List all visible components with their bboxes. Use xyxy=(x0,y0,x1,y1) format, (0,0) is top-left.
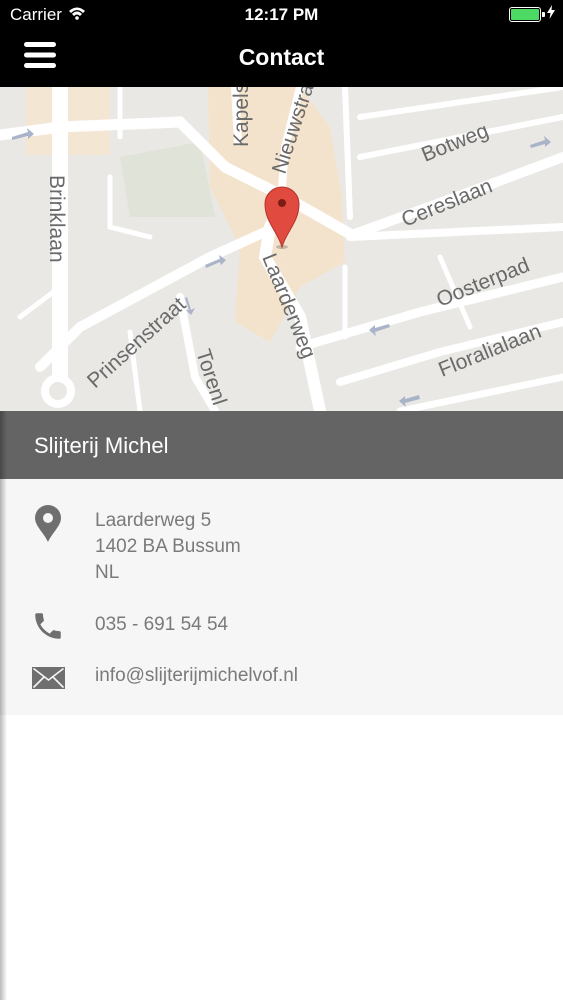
address-text: Laarderweg 5 1402 BA Bussum NL xyxy=(95,508,241,586)
navigation-bar: Contact xyxy=(0,28,563,87)
svg-text:Brinklaan: Brinklaan xyxy=(45,175,68,263)
location-marker-icon xyxy=(34,505,62,548)
page-title: Contact xyxy=(238,44,325,70)
phone-icon xyxy=(31,609,65,648)
mail-envelope-icon xyxy=(32,667,65,694)
contact-info: Laarderweg 5 1402 BA Bussum NL 035 - 691… xyxy=(0,479,563,715)
charging-icon xyxy=(547,4,555,24)
business-header: Slijterij Michel xyxy=(0,411,563,479)
phone-number[interactable]: 035 - 691 54 54 xyxy=(95,612,228,638)
clock: 12:17 PM xyxy=(244,5,319,24)
address-line-3: NL xyxy=(95,562,120,583)
address-line-2: 1402 BA Bussum xyxy=(95,536,241,557)
status-bar: Carrier 12:17 PM xyxy=(0,0,563,28)
email-address[interactable]: info@slijterijmichelvof.nl xyxy=(95,663,298,689)
svg-text:Kapels: Kapels xyxy=(230,87,253,147)
map-view[interactable]: Kapels Nieuwstra Botweg Brinklaan Ceresl… xyxy=(0,87,563,411)
address-line-1: Laarderweg 5 xyxy=(95,510,212,531)
map-label-kapels: Kapels xyxy=(230,87,253,147)
map-label-brinklaan: Brinklaan xyxy=(45,175,68,263)
battery-icon xyxy=(509,7,545,22)
drawer-edge-shadow xyxy=(0,411,7,1000)
business-name: Slijterij Michel xyxy=(34,433,169,458)
